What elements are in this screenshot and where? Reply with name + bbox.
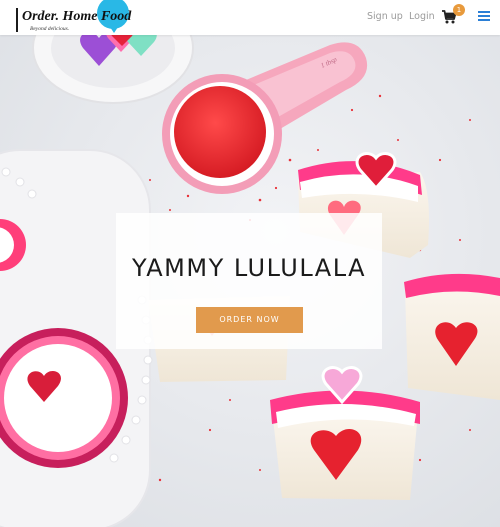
logo-bar [16, 8, 18, 32]
site-header: Order. Home Food Beyond delicious. Sign … [0, 0, 500, 35]
logo-title: Order. Home Food [22, 9, 132, 24]
brand-logo[interactable]: Order. Home Food Beyond delicious. [16, 0, 146, 35]
hero-banner: 1 tbsp YAMMY LULULALA ORDER NOW [0, 35, 500, 527]
order-now-button[interactable]: ORDER NOW [196, 307, 303, 333]
hero-title: YAMMY LULULALA [131, 254, 367, 282]
cart-count-badge: 1 [453, 4, 465, 16]
logo-balloon-knot [110, 27, 118, 33]
logo-tagline: Beyond delicious. [30, 26, 70, 32]
login-link[interactable]: Login [409, 11, 435, 22]
signup-link[interactable]: Sign up [367, 11, 403, 22]
hero-panel: YAMMY LULULALA ORDER NOW [116, 213, 382, 349]
menu-icon[interactable] [478, 11, 490, 23]
